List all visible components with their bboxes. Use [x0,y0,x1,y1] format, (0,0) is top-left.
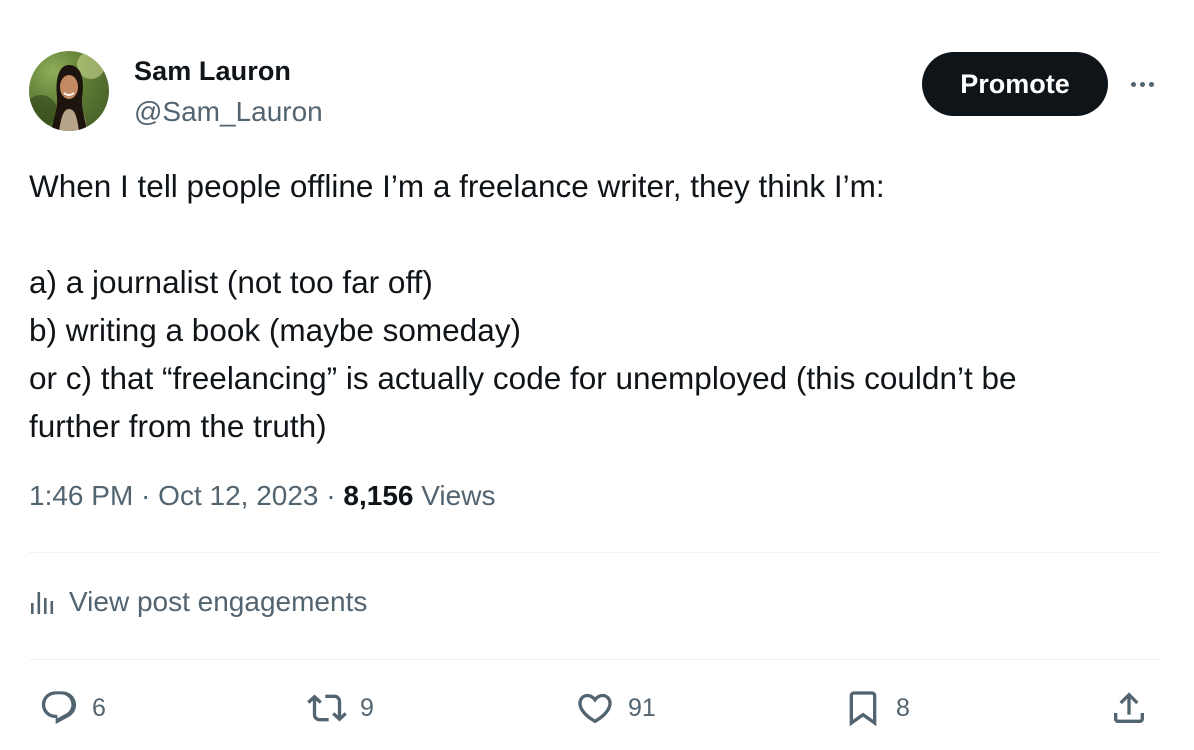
reply-button[interactable]: 6 [38,684,106,732]
view-engagements-link[interactable]: View post engagements [29,586,367,618]
tweet-line: b) writing a book (maybe someday) [29,312,521,348]
tweet-line [29,210,1169,258]
reply-icon [41,691,77,724]
author-handle[interactable]: @Sam_Lauron [134,96,323,128]
meta-separator: · [133,480,159,511]
heart-icon [578,693,612,724]
bookmark-button[interactable]: 8 [842,684,910,732]
author-display-name[interactable]: Sam Lauron [134,56,291,87]
repost-count: 9 [360,693,374,722]
tweet-date[interactable]: Oct 12, 2023 [158,480,318,511]
share-icon [1114,692,1144,723]
bar-chart-icon [31,592,54,614]
reply-count: 6 [92,693,106,722]
tweet-time[interactable]: 1:46 PM [29,480,133,511]
like-button[interactable]: 91 [574,684,656,732]
like-count: 91 [628,693,656,722]
tweet-meta: 1:46 PM · Oct 12, 2023 · 8,156 Views [29,480,495,512]
tweet-line: a) a journalist (not too far off) [29,264,433,300]
repost-icon [307,694,347,722]
view-engagements-label: View post engagements [69,586,368,617]
share-button[interactable] [1108,684,1150,732]
tweet-line: further from the truth) [29,408,327,444]
tweet-line: or c) that “freelancing” is actually cod… [29,360,1017,396]
more-icon[interactable] [1124,72,1160,96]
bookmark-count: 8 [896,693,910,722]
more-dot [1130,81,1136,87]
avatar[interactable] [29,51,109,131]
tweet-text: When I tell people offline I’m a freelan… [29,162,1169,450]
meta-separator: · [318,480,344,511]
promote-button[interactable]: Promote [922,52,1108,116]
more-dot [1148,81,1154,87]
tweet-line: When I tell people offline I’m a freelan… [29,168,885,204]
divider [29,552,1162,553]
bookmark-icon [849,691,877,727]
views-label: Views [421,480,496,511]
divider [29,659,1162,660]
more-dot [1139,81,1145,87]
repost-button[interactable]: 9 [306,684,374,732]
views-count: 8,156 [343,480,414,511]
